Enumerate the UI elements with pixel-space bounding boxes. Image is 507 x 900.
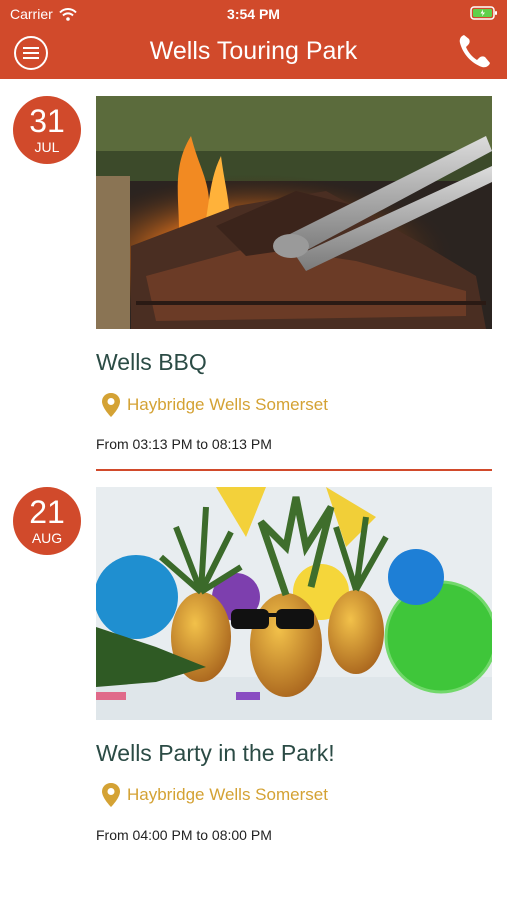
bbq-grill-photo[interactable]: [96, 96, 492, 329]
date-month: AUG: [31, 530, 63, 546]
event-title[interactable]: Wells Party in the Park!: [96, 740, 335, 767]
location-label: Haybridge Wells Somerset: [127, 785, 328, 804]
date-day: 21: [29, 494, 65, 530]
event-location[interactable]: Haybridge Wells Somerset: [101, 782, 328, 808]
page-title: Wells Touring Park: [149, 37, 358, 65]
date-day: 31: [29, 103, 65, 139]
location-pin-icon: [102, 783, 120, 807]
event-title[interactable]: Wells BBQ: [96, 349, 207, 376]
event-time: From 04:00 PM to 08:00 PM: [96, 827, 272, 843]
date-badge: 31 JUL: [13, 96, 81, 164]
event-divider: [96, 469, 492, 471]
date-badge: 21 AUG: [13, 487, 81, 555]
phone-icon: [459, 35, 490, 68]
battery-icon: [470, 6, 498, 25]
event-time: From 03:13 PM to 08:13 PM: [96, 436, 272, 452]
location-pin-icon: [102, 393, 120, 417]
status-time: 3:54 PM: [227, 6, 280, 22]
event-location[interactable]: Haybridge Wells Somerset: [101, 392, 328, 418]
app-header: Carrier 3:54 PM Wells Touring Park: [0, 0, 507, 79]
date-month: JUL: [34, 139, 60, 155]
call-button[interactable]: [457, 32, 493, 75]
party-pineapples-photo[interactable]: [96, 487, 492, 720]
location-label: Haybridge Wells Somerset: [127, 395, 328, 414]
